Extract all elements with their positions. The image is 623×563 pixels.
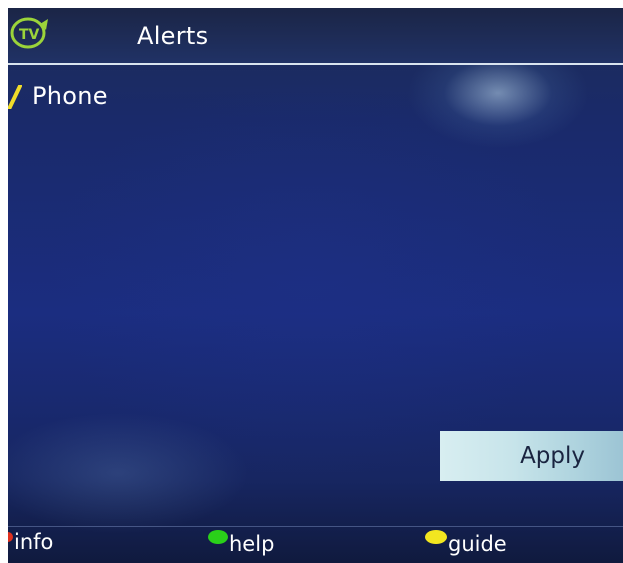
alerts-screen: TV Alerts Phone Apply info help guide [8, 8, 623, 563]
red-key-icon [8, 532, 13, 542]
guide-key-hint[interactable]: guide [425, 530, 507, 560]
tv-logo-icon: TV [10, 17, 48, 49]
list-item-phone[interactable]: Phone [8, 82, 308, 116]
svg-text:TV: TV [19, 27, 40, 43]
page-title: Alerts [137, 22, 209, 50]
green-key-icon [208, 530, 228, 544]
yellow-key-icon [425, 530, 447, 544]
apply-button[interactable]: Apply [440, 431, 623, 481]
header-divider [8, 63, 623, 65]
help-key-label: help [229, 532, 275, 556]
info-key-hint[interactable]: info [8, 530, 53, 560]
help-key-hint[interactable]: help [208, 530, 274, 560]
checkmark-icon [8, 85, 22, 109]
list-item-label: Phone [32, 82, 108, 110]
header-bar: TV Alerts [8, 8, 623, 65]
guide-key-label: guide [448, 532, 507, 556]
info-key-label: info [14, 530, 54, 554]
footer-divider [8, 526, 623, 527]
